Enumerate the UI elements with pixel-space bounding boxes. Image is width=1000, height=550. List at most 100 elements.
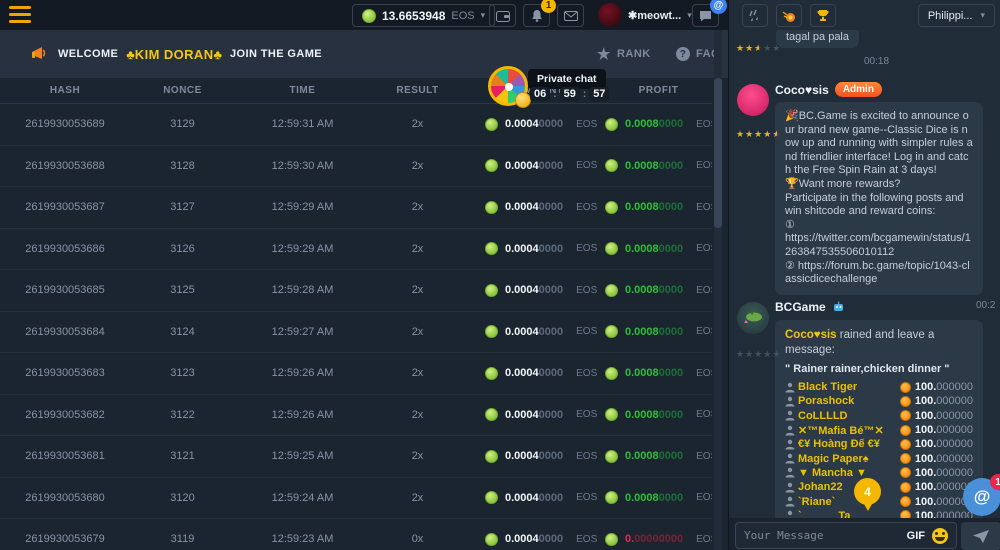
- send-button[interactable]: [961, 522, 1000, 550]
- emoji-button[interactable]: [932, 528, 948, 544]
- cell-amount: 0.00040000EOS: [465, 159, 595, 172]
- header-nonce: NONCE: [130, 78, 235, 103]
- table-row[interactable]: 2619930053682312212:59:26 AM2x0.00040000…: [0, 395, 712, 437]
- star-icon: ★: [763, 43, 772, 54]
- table-scrollbar[interactable]: [714, 30, 722, 550]
- rain-button[interactable]: [742, 4, 768, 27]
- cell-hash: 2619930053680: [0, 492, 130, 504]
- cell-hash: 2619930053689: [0, 118, 130, 130]
- amount-value: 0.00040000: [505, 118, 563, 130]
- table-row[interactable]: 2619930053679311912:59:23 AM0x0.00040000…: [0, 519, 712, 550]
- table-row[interactable]: 2619930053685312512:59:28 AM2x0.00040000…: [0, 270, 712, 312]
- cell-time: 12:59:27 AM: [235, 326, 370, 338]
- table-row[interactable]: 2619930053681312112:59:25 AM2x0.00040000…: [0, 436, 712, 478]
- bcgame-name[interactable]: BCGame: [775, 300, 826, 314]
- amount-value: 0.00040000: [505, 201, 563, 213]
- admin-name[interactable]: Coco♥sis: [775, 83, 829, 97]
- cell-profit: 0.00080000EOS: [595, 408, 712, 421]
- recipient-name[interactable]: CoLLLLD: [798, 410, 900, 422]
- recipient-name[interactable]: ✕™Mafia Bé™✕: [798, 424, 900, 437]
- user-menu[interactable]: ✱meowt... ▾: [598, 3, 692, 27]
- message-input-box[interactable]: GIF: [735, 522, 957, 549]
- profit-value: 0.00080000: [625, 243, 683, 255]
- table-row[interactable]: 2619930053686312612:59:29 AM2x0.00040000…: [0, 229, 712, 271]
- person-icon: [785, 453, 795, 464]
- eos-coin-icon: [485, 118, 498, 131]
- gif-button[interactable]: GIF: [907, 530, 925, 542]
- cell-hash: 2619930053687: [0, 201, 130, 213]
- wallet-button[interactable]: [489, 4, 516, 27]
- profit-currency: EOS: [696, 285, 712, 296]
- eos-coin-icon: [605, 533, 618, 546]
- table-row[interactable]: 2619930053684312412:59:27 AM2x0.00040000…: [0, 312, 712, 354]
- cell-nonce: 3122: [130, 409, 235, 421]
- bcd-coin-icon: [900, 425, 911, 436]
- fire-button[interactable]: [776, 4, 802, 27]
- cell-amount: 0.00040000EOS: [465, 284, 595, 297]
- cell-nonce: 3124: [130, 326, 235, 338]
- table-row[interactable]: 2619930053683312312:59:26 AM2x0.00040000…: [0, 353, 712, 395]
- rain-amount: 100.: [915, 424, 936, 436]
- star-icon: ★: [763, 129, 772, 140]
- cell-nonce: 3119: [130, 533, 235, 545]
- recipient-name[interactable]: Johan22: [798, 481, 900, 493]
- rainer-name[interactable]: Coco♥sis: [785, 329, 837, 341]
- recipient-name[interactable]: `Riane`: [798, 496, 900, 508]
- recipient-name[interactable]: €¥ Hoàng Đế €¥: [798, 438, 900, 450]
- eos-coin-icon: [605, 242, 618, 255]
- eos-coin-icon: [605, 284, 618, 297]
- person-icon: [785, 382, 795, 393]
- cell-amount: 0.00040000EOS: [465, 242, 595, 255]
- profit-currency: EOS: [696, 119, 712, 130]
- recipient-name[interactable]: `______Ta: [798, 510, 900, 518]
- cell-time: 12:59:31 AM: [235, 118, 370, 130]
- notifications-button[interactable]: 1: [523, 4, 550, 27]
- eos-coin-icon: [485, 159, 498, 172]
- balance-selector[interactable]: 13.6653948 EOS ▾: [352, 4, 495, 27]
- chat-toggle-button[interactable]: @: [692, 4, 719, 27]
- scrollbar-thumb[interactable]: [714, 78, 722, 228]
- cell-time: 12:59:28 AM: [235, 284, 370, 296]
- cell-nonce: 3126: [130, 243, 235, 255]
- messages-button[interactable]: [557, 4, 584, 27]
- profit-value: 0.00080000: [625, 284, 683, 296]
- hamburger-menu-icon[interactable]: [9, 6, 31, 23]
- recipient-name[interactable]: ▼ Mancha ▼: [798, 467, 900, 479]
- table-row[interactable]: 2619930053687312712:59:29 AM2x0.00040000…: [0, 187, 712, 229]
- rain-amount: 100.: [915, 438, 936, 450]
- chat-panel: Philippi... ▾ ★★★★★ tagal pa pala 00:18 …: [728, 0, 1000, 550]
- cell-profit: 0.00000000EOS: [595, 533, 712, 546]
- bcd-coin-icon: [900, 439, 911, 450]
- cell-hash: 2619930053686: [0, 243, 130, 255]
- message-input[interactable]: [744, 529, 900, 542]
- table-row[interactable]: 2619930053688312812:59:30 AM2x0.00040000…: [0, 146, 712, 188]
- amount-value: 0.00040000: [505, 409, 563, 421]
- rain-amount: 100.: [915, 481, 936, 493]
- cell-time: 12:59:26 AM: [235, 409, 370, 421]
- header-profit: PROFIT: [595, 78, 712, 103]
- eos-coin-icon: [485, 491, 498, 504]
- profit-value: 0.00080000: [625, 326, 683, 338]
- eos-coin-icon: [605, 367, 618, 380]
- chat-message: ★★★★★ tagal pa pala 00:18: [729, 30, 1000, 76]
- recipient-name[interactable]: Black Tiger: [798, 381, 900, 393]
- bcd-coin-icon: [900, 396, 911, 407]
- mentions-float-button[interactable]: @ 1: [963, 478, 1000, 516]
- message-bubble: tagal pa pala: [776, 30, 859, 48]
- cell-hash: 2619930053679: [0, 533, 130, 545]
- profit-currency: EOS: [696, 326, 712, 337]
- contest-button[interactable]: [810, 4, 836, 27]
- welcome-banner: WELCOME ♣ KIM DORAN ♣ JOIN THE GAME Priv…: [0, 30, 728, 78]
- cell-hash: 2619930053684: [0, 326, 130, 338]
- recipient-name[interactable]: Magic Paper♠: [798, 453, 900, 465]
- rain-recipient-row: ✕™Mafia Bé™✕100.000000: [785, 423, 973, 437]
- cell-result: 2x: [370, 409, 465, 421]
- profit-currency: EOS: [696, 409, 712, 420]
- new-messages-pin[interactable]: 4: [854, 478, 881, 505]
- app-root: 13.6653948 EOS ▾ 1: [0, 0, 1000, 550]
- recipient-name[interactable]: Porashock: [798, 395, 900, 407]
- table-row[interactable]: 2619930053689312912:59:31 AM2x0.00040000…: [0, 104, 712, 146]
- cell-amount: 0.00040000EOS: [465, 118, 595, 131]
- region-selector[interactable]: Philippi... ▾: [918, 4, 995, 27]
- table-row[interactable]: 2619930053680312012:59:24 AM2x0.00040000…: [0, 478, 712, 520]
